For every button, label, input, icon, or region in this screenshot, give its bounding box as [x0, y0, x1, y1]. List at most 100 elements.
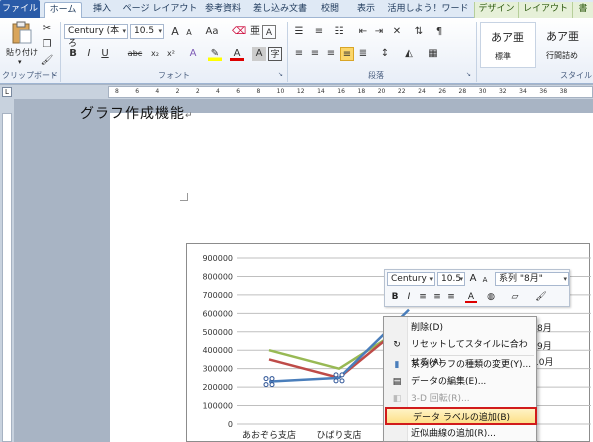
superscript-button[interactable]: x² — [164, 47, 178, 61]
y-tick-label: 500000 — [202, 328, 233, 337]
subscript-button[interactable]: x₂ — [148, 47, 162, 61]
y-tick-label: 600000 — [202, 309, 233, 318]
tab-references[interactable]: 参考資料 — [200, 2, 246, 18]
edit-data-icon: ▤ — [392, 377, 402, 387]
tab-chart-format[interactable]: 書 — [572, 2, 593, 18]
tab-home[interactable]: ホーム — [44, 2, 82, 18]
dialog-launcher-icon[interactable]: ↘ — [278, 71, 285, 78]
selection-handle — [339, 372, 345, 378]
menu-item-3d-rotation[interactable]: ◧ 3-D 回転(R)... — [385, 390, 536, 408]
distributed-icon[interactable]: ≣ — [356, 47, 370, 61]
bullets-icon[interactable]: ☰ — [292, 25, 306, 39]
mini-align-center-icon[interactable]: ≡ — [431, 291, 443, 303]
highlight-icon[interactable]: ✎ — [208, 47, 222, 61]
phonetic-guide-icon[interactable]: 亜 — [248, 25, 262, 39]
mini-outline-icon[interactable]: ▱ — [509, 291, 521, 303]
document-heading[interactable]: グラフ作成機能↵ — [80, 103, 194, 123]
vertical-ruler[interactable] — [2, 113, 12, 442]
bold-button[interactable]: B — [66, 47, 80, 61]
tab-selector[interactable]: L — [2, 87, 12, 97]
mini-align-right-icon[interactable]: ≡ — [445, 291, 457, 303]
y-tick-label: 400000 — [202, 346, 233, 355]
mini-font-name-combo[interactable]: Century ▾ — [387, 272, 435, 286]
mini-italic-button[interactable]: I — [403, 291, 415, 303]
enclosed-char-icon[interactable]: A — [262, 25, 276, 39]
menu-item-reset-style[interactable]: ↻ リセットしてスタイルに合わせる(A) — [385, 336, 536, 368]
tab-addin[interactable]: 活用しよう！ワード — [386, 2, 470, 18]
paste-button[interactable]: 貼り付け ▾ — [6, 21, 38, 67]
enclosed-circle-icon[interactable]: 字 — [268, 47, 282, 61]
line-spacing-icon[interactable]: ↕ — [378, 47, 392, 61]
text-effect-icon[interactable]: A — [186, 47, 200, 61]
char-shading-button[interactable]: A — [252, 47, 266, 61]
tab-view[interactable]: 表示 — [350, 2, 382, 18]
mini-grow-font-icon[interactable]: A — [467, 273, 479, 285]
chevron-down-icon: ▾ — [459, 275, 463, 283]
font-name-combo[interactable]: Century (本ろ ▾ — [64, 24, 128, 49]
chart-type-icon: ▮ — [394, 360, 400, 370]
chart-element-select[interactable]: 系列 "8月" ▾ — [495, 272, 569, 286]
dialog-launcher-icon[interactable]: ↘ — [51, 71, 58, 78]
style-no-spacing[interactable]: あア亜 行間詰め — [538, 22, 593, 68]
tab-review[interactable]: 校閲 — [314, 2, 346, 18]
align-right-icon[interactable]: ≡ — [324, 47, 338, 61]
style-normal-name: 標準 — [495, 52, 511, 61]
style-normal[interactable]: あア亜 標準 — [480, 22, 536, 68]
align-left-icon[interactable]: ≡ — [292, 47, 306, 61]
cut-icon[interactable]: ✂ — [40, 22, 54, 36]
mini-font-size-combo[interactable]: 10.5 ▾ — [437, 272, 465, 286]
tab-chart-layout[interactable]: レイアウト — [518, 2, 572, 18]
grow-font-icon[interactable]: A — [168, 25, 182, 39]
horizontal-ruler[interactable]: 8 6 4 2 2 4 6 8 10 12 14 16 18 20 22 24 26 28 30 32 34 36 38 — [108, 86, 593, 98]
shrink-font-icon[interactable]: A — [182, 26, 196, 40]
asian-layout-icon[interactable]: ✕ — [390, 25, 404, 39]
change-case-icon[interactable]: Aa — [202, 25, 222, 39]
borders-icon[interactable]: ▦ — [426, 47, 440, 61]
menu-item-add-data-labels[interactable]: データ ラベルの追加(B) — [385, 407, 537, 425]
tab-page-layout[interactable]: ページ レイアウト — [122, 2, 198, 18]
strikethrough-button[interactable]: abc — [126, 47, 144, 61]
show-marks-icon[interactable]: ¶ — [432, 25, 446, 39]
mini-shrink-font-icon[interactable]: A — [479, 274, 491, 286]
menu-item-delete[interactable]: 削除(D) — [385, 319, 536, 337]
shading-icon[interactable]: ◭ — [402, 47, 416, 61]
tab-chart-design[interactable]: デザイン — [474, 2, 518, 18]
paste-icon — [12, 21, 32, 44]
font-size-combo[interactable]: 10.5 ▾ — [130, 24, 164, 39]
menu-item-edit-data[interactable]: ▤ データの編集(E)... — [385, 373, 536, 391]
y-tick-label: 300000 — [202, 365, 233, 374]
decrease-indent-icon[interactable]: ⇤ — [356, 25, 370, 39]
font-color-button[interactable]: A — [230, 47, 244, 61]
align-center-icon[interactable]: ≡ — [308, 47, 322, 61]
y-tick-label: 200000 — [202, 383, 233, 392]
x-tick-label: あおぞら支店 — [242, 429, 296, 441]
justify-icon[interactable]: ≡ — [340, 47, 354, 61]
mini-align-left-icon[interactable]: ≡ — [417, 291, 429, 303]
tab-insert[interactable]: 挿入 — [86, 2, 118, 18]
ruler-number: 24 — [418, 88, 426, 95]
numbering-icon[interactable]: ≡ — [312, 25, 326, 39]
mini-bold-button[interactable]: B — [389, 291, 401, 303]
y-tick-label: 700000 — [202, 291, 233, 300]
menu-item-change-chart-type[interactable]: ▮ 系列グラフの種類の変更(Y)... — [385, 356, 536, 374]
underline-button[interactable]: U — [98, 47, 112, 61]
italic-button[interactable]: I — [82, 47, 96, 61]
mini-fill-color-icon[interactable]: ◍ — [485, 291, 497, 303]
multilevel-list-icon[interactable]: ☷ — [332, 25, 346, 39]
ruler-number: 38 — [559, 88, 568, 95]
mini-font-color-button[interactable]: A — [465, 291, 477, 303]
clipboard-group-label: クリップボード — [2, 71, 58, 80]
copy-icon[interactable]: ❐ — [40, 38, 54, 52]
format-painter-icon[interactable]: 🖌 — [40, 54, 54, 68]
increase-indent-icon[interactable]: ⇥ — [372, 25, 386, 39]
tab-mailings[interactable]: 差し込み文書 — [250, 2, 310, 18]
x-tick-label: ひばり支店 — [316, 429, 361, 441]
mini-format-painter-icon[interactable]: 🖌 — [535, 291, 547, 303]
dialog-launcher-icon[interactable]: ↘ — [466, 71, 473, 78]
selection-handle — [263, 376, 269, 382]
ruler-number: 2 — [195, 88, 200, 95]
clear-formatting-icon[interactable]: ⌫ — [232, 25, 246, 39]
menu-item-add-trendline[interactable]: 近似曲線の追加(R)... — [385, 425, 536, 442]
sort-icon[interactable]: ⇅ — [412, 25, 426, 39]
tab-file[interactable]: ファイル — [0, 0, 40, 18]
